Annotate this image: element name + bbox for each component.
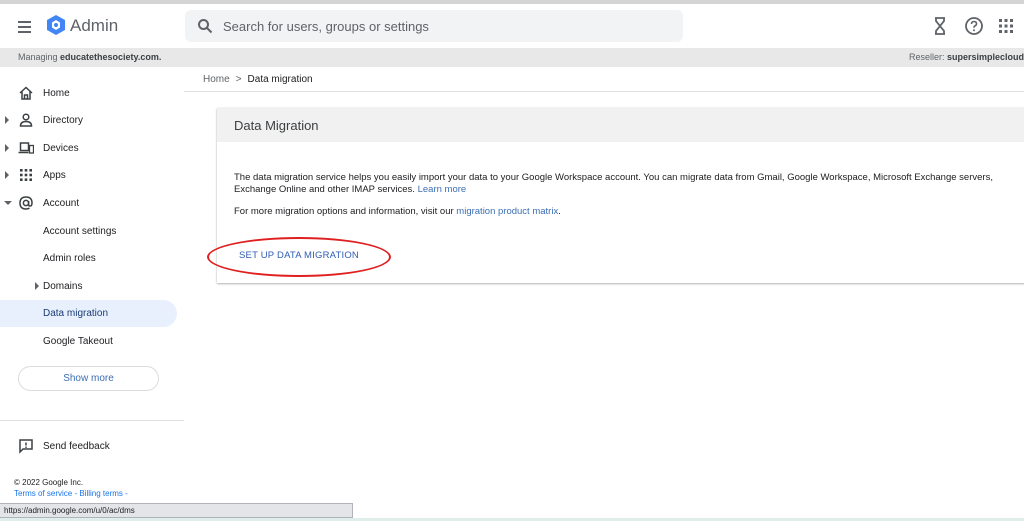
sidebar-item-apps[interactable]: Apps: [0, 162, 177, 189]
more-info-text: For more migration options and informati…: [234, 206, 561, 217]
expand-arrow-icon[interactable]: [5, 171, 9, 179]
setup-data-migration-button[interactable]: SET UP DATA MIGRATION: [239, 250, 359, 261]
sidebar-item-admin-roles[interactable]: Admin roles: [0, 245, 177, 272]
show-more-button[interactable]: Show more: [18, 366, 159, 391]
expand-arrow-icon[interactable]: [5, 144, 9, 152]
sidebar-item-label: Domains: [43, 281, 83, 292]
top-bar: Admin: [0, 4, 1024, 48]
sidebar-item-directory[interactable]: Directory: [0, 107, 177, 134]
at-sign-icon: [19, 196, 33, 210]
apps-grid-icon: [20, 169, 32, 181]
app-title[interactable]: Admin: [70, 16, 118, 36]
status-url-bar: https://admin.google.com/u/0/ac/dms: [0, 503, 353, 518]
reseller-prefix: Reseller:: [908, 52, 947, 62]
sidebar-item-label: Account: [43, 198, 80, 209]
more-info-suffix: .: [558, 206, 561, 217]
sidebar-item-account[interactable]: Account: [0, 190, 177, 217]
sidebar-item-data-migration[interactable]: Data migration: [0, 300, 177, 327]
sidebar-item-home[interactable]: Home: [0, 80, 177, 107]
feedback-icon: [19, 439, 33, 454]
breadcrumb-home[interactable]: Home: [203, 74, 230, 85]
expand-arrow-icon[interactable]: [35, 282, 39, 290]
person-icon: [19, 113, 33, 127]
managing-prefix: Managing: [18, 52, 61, 62]
learn-more-link[interactable]: Learn more: [418, 184, 467, 195]
devices-icon: [18, 142, 34, 154]
sidebar-item-label: Google Takeout: [43, 336, 113, 347]
send-feedback-button[interactable]: Send feedback: [0, 433, 177, 460]
managing-bar: Managing educatethesociety.com. Reseller…: [0, 48, 1024, 67]
sidebar-item-label: Data migration: [43, 308, 109, 319]
collapse-arrow-icon[interactable]: [4, 201, 12, 205]
search-icon[interactable]: [197, 18, 213, 34]
managing-domain: educatethesociety.com.: [60, 52, 162, 62]
sidebar-divider: [0, 420, 184, 421]
sidebar-item-label: Devices: [43, 143, 79, 154]
breadcrumb-separator: >: [235, 74, 242, 85]
search-input[interactable]: [223, 10, 663, 42]
migration-matrix-link[interactable]: migration product matrix: [456, 206, 558, 217]
breadcrumb-divider: [184, 91, 1024, 92]
sidebar: Home Directory Devices Apps Account Acco…: [0, 67, 184, 521]
send-feedback-label: Send feedback: [43, 441, 110, 452]
sidebar-item-label: Account settings: [43, 226, 117, 237]
card-header: Data Migration: [217, 108, 1024, 142]
expand-arrow-icon[interactable]: [5, 116, 9, 124]
breadcrumb: Home > Data migration: [203, 74, 313, 85]
sidebar-item-domains[interactable]: Domains: [0, 273, 177, 300]
search-bar[interactable]: [185, 10, 683, 42]
data-migration-card: Data Migration The data migration servic…: [217, 108, 1024, 283]
card-title: Data Migration: [234, 118, 319, 133]
admin-logo-icon: [47, 15, 65, 35]
home-icon: [19, 86, 33, 100]
reseller-name: supersimplecloud: [946, 52, 1024, 62]
apps-launcher-icon[interactable]: [996, 16, 1016, 36]
managing-label: Managing educatethesociety.com.: [18, 52, 161, 62]
sidebar-item-devices[interactable]: Devices: [0, 135, 177, 162]
help-icon[interactable]: [964, 16, 984, 36]
more-info-prefix: For more migration options and informati…: [234, 206, 457, 217]
card-description: The data migration service helps you eas…: [234, 172, 1014, 196]
sidebar-item-label: Apps: [43, 170, 66, 181]
footer-links[interactable]: Terms of service - Billing terms -: [14, 489, 128, 498]
main-menu-icon[interactable]: [14, 16, 36, 36]
sidebar-item-label: Directory: [43, 115, 84, 126]
hourglass-icon[interactable]: [930, 16, 950, 36]
breadcrumb-current: Data migration: [247, 74, 313, 85]
reseller-label: Reseller: supersimplecloud: [909, 52, 1024, 62]
copyright-text: © 2022 Google Inc.: [14, 478, 84, 487]
sidebar-item-account-settings[interactable]: Account settings: [0, 218, 177, 245]
description-text: The data migration service helps you eas…: [234, 172, 993, 195]
sidebar-item-label: Admin roles: [43, 253, 96, 264]
sidebar-item-label: Home: [43, 88, 70, 99]
sidebar-item-google-takeout[interactable]: Google Takeout: [0, 328, 177, 355]
